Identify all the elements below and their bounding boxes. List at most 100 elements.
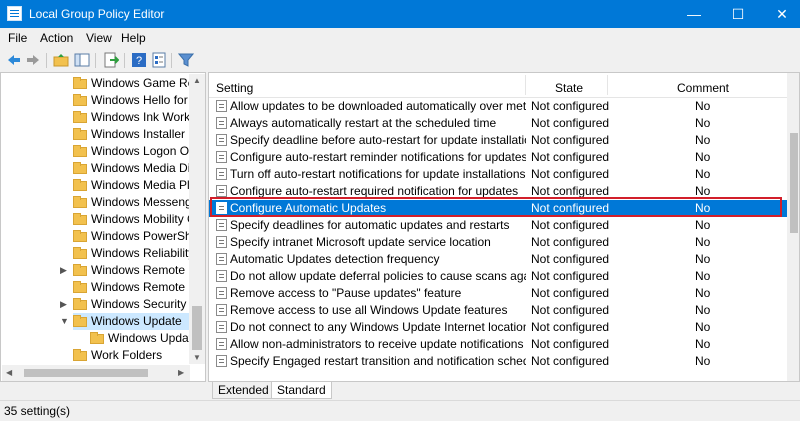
tree-hscroll-thumb[interactable] (24, 369, 148, 377)
tree-item[interactable]: Windows Update (73, 313, 189, 330)
collapsed-chevron-icon[interactable]: ▶ (60, 299, 67, 310)
policy-setting-icon (216, 253, 227, 265)
folder-icon (73, 263, 87, 276)
filter-icon[interactable] (178, 52, 194, 68)
setting-state: Not configured (531, 116, 610, 130)
setting-row[interactable]: Specify deadline before auto-restart for… (209, 132, 787, 149)
toolbar-separator (46, 53, 47, 68)
back-icon[interactable] (6, 52, 22, 68)
column-header-state[interactable]: State (555, 81, 583, 95)
tree-item-label: Windows Logon Options (91, 144, 189, 158)
column-divider[interactable] (607, 75, 608, 95)
policy-setting-icon (216, 287, 227, 299)
tree-item[interactable]: Windows Reliability Analysis (73, 245, 189, 262)
setting-row[interactable]: Configure auto-restart reminder notifica… (209, 149, 787, 166)
list-scroll-thumb[interactable] (790, 133, 798, 233)
setting-row[interactable]: Do not connect to any Windows Update Int… (209, 319, 787, 336)
app-icon (7, 6, 22, 21)
help-icon[interactable]: ? (131, 52, 147, 68)
column-header-setting[interactable]: Setting (216, 81, 253, 95)
folder-icon (73, 246, 87, 259)
setting-row[interactable]: Do not allow update deferral policies to… (209, 268, 787, 285)
tree-item[interactable]: Windows Game Recording and Broadcasting (73, 75, 189, 92)
properties-icon[interactable] (151, 52, 167, 68)
tree-item[interactable]: Windows Update for Business (90, 330, 189, 347)
toolbar: ? (0, 48, 800, 72)
expanded-chevron-icon[interactable]: ▼ (60, 316, 69, 326)
scroll-left-arrow-icon[interactable]: ◀ (6, 368, 12, 377)
policy-setting-icon (216, 134, 227, 146)
policy-setting-icon (216, 270, 227, 282)
setting-row[interactable]: Always automatically restart at the sche… (209, 115, 787, 132)
status-bar: 35 setting(s) (0, 400, 800, 421)
setting-name: Remove access to use all Windows Update … (230, 303, 508, 317)
policy-setting-icon (216, 117, 227, 129)
tree-item[interactable]: Windows Installer (73, 126, 189, 143)
up-folder-icon[interactable] (53, 52, 69, 68)
toolbar-separator (124, 53, 125, 68)
setting-row[interactable]: Automatic Updates detection frequency Not… (209, 251, 787, 268)
tree-item[interactable]: Windows Mobility Center (73, 211, 189, 228)
tree-vertical-scrollbar[interactable]: ▲ ▼ (189, 74, 205, 364)
setting-row[interactable]: Specify deadlines for automatic updates … (209, 217, 787, 234)
tree-item-label: Windows Ink Workspace (91, 110, 189, 124)
folder-icon (73, 76, 87, 89)
setting-state: Not configured (531, 269, 610, 283)
setting-comment: No (695, 286, 711, 300)
minimize-button[interactable]: — (676, 0, 712, 28)
forward-icon[interactable] (25, 52, 41, 68)
policy-setting-icon (216, 185, 227, 197)
setting-row[interactable]: Turn off auto-restart notifications for … (209, 166, 787, 183)
tree-item[interactable]: Windows Media Player (73, 177, 189, 194)
tree-item[interactable]: Windows Logon Options (73, 143, 189, 160)
folder-icon (73, 110, 87, 123)
column-divider[interactable] (525, 75, 526, 95)
window-title: Local Group Policy Editor (29, 7, 165, 21)
tree-item-label: Windows Messenger (91, 195, 189, 209)
tree-item[interactable]: Windows Messenger (73, 194, 189, 211)
tree-item[interactable]: Windows Media Digital Rights Management (73, 160, 189, 177)
menu-action[interactable]: Action (40, 31, 73, 45)
setting-state: Not configured (531, 354, 610, 368)
tree-horizontal-scrollbar[interactable]: ◀ ▶ (2, 365, 190, 381)
setting-row[interactable]: Remove access to "Pause updates" feature… (209, 285, 787, 302)
folder-icon (73, 314, 87, 327)
menu-view[interactable]: View (86, 31, 112, 45)
close-button[interactable]: ✕ (764, 0, 800, 28)
tab-standard[interactable]: Standard (271, 382, 332, 399)
export-list-icon[interactable] (103, 52, 119, 68)
setting-comment: No (695, 218, 711, 232)
tree-item[interactable]: Work Folders (73, 347, 189, 364)
scroll-down-arrow-icon[interactable]: ▼ (193, 353, 201, 362)
tree-item[interactable]: Windows Remote Management (WinRM) (73, 262, 189, 279)
tree-item[interactable]: Windows PowerShell (73, 228, 189, 245)
tree-scroll-thumb[interactable] (192, 306, 202, 350)
tree-item-label: Windows Game Recording and Broadcasting (91, 76, 189, 90)
tree-item[interactable]: Windows Hello for Business (73, 92, 189, 109)
tree-item-label: Windows Security (91, 297, 187, 311)
setting-row[interactable]: Allow non-administrators to receive upda… (209, 336, 787, 353)
column-header-comment[interactable]: Comment (677, 81, 729, 95)
tree-item[interactable]: Windows Remote Shell (73, 279, 189, 296)
list-vertical-scrollbar[interactable] (787, 73, 799, 381)
tree-item[interactable]: Windows Security (73, 296, 189, 313)
maximize-button[interactable]: ☐ (720, 0, 756, 28)
tree-item[interactable]: Windows Ink Workspace (73, 109, 189, 126)
tab-extended[interactable]: Extended (212, 382, 275, 399)
show-hide-tree-icon[interactable] (74, 52, 90, 68)
menu-file[interactable]: File (8, 31, 27, 45)
setting-state: Not configured (531, 303, 610, 317)
setting-comment: No (695, 354, 711, 368)
setting-row[interactable]: Specify Engaged restart transition and n… (209, 353, 787, 370)
setting-state: Not configured (531, 286, 610, 300)
setting-row[interactable]: Remove access to use all Windows Update … (209, 302, 787, 319)
scroll-right-arrow-icon[interactable]: ▶ (178, 368, 184, 377)
setting-row[interactable]: Specify intranet Microsoft update servic… (209, 234, 787, 251)
setting-row[interactable]: Allow updates to be downloaded automatic… (209, 98, 787, 115)
collapsed-chevron-icon[interactable]: ▶ (60, 265, 67, 276)
policy-setting-icon (216, 151, 227, 163)
tree-item-label: Windows Mobility Center (91, 212, 189, 226)
scroll-up-arrow-icon[interactable]: ▲ (193, 76, 201, 85)
menu-help[interactable]: Help (121, 31, 146, 45)
toolbar-separator (95, 53, 96, 68)
